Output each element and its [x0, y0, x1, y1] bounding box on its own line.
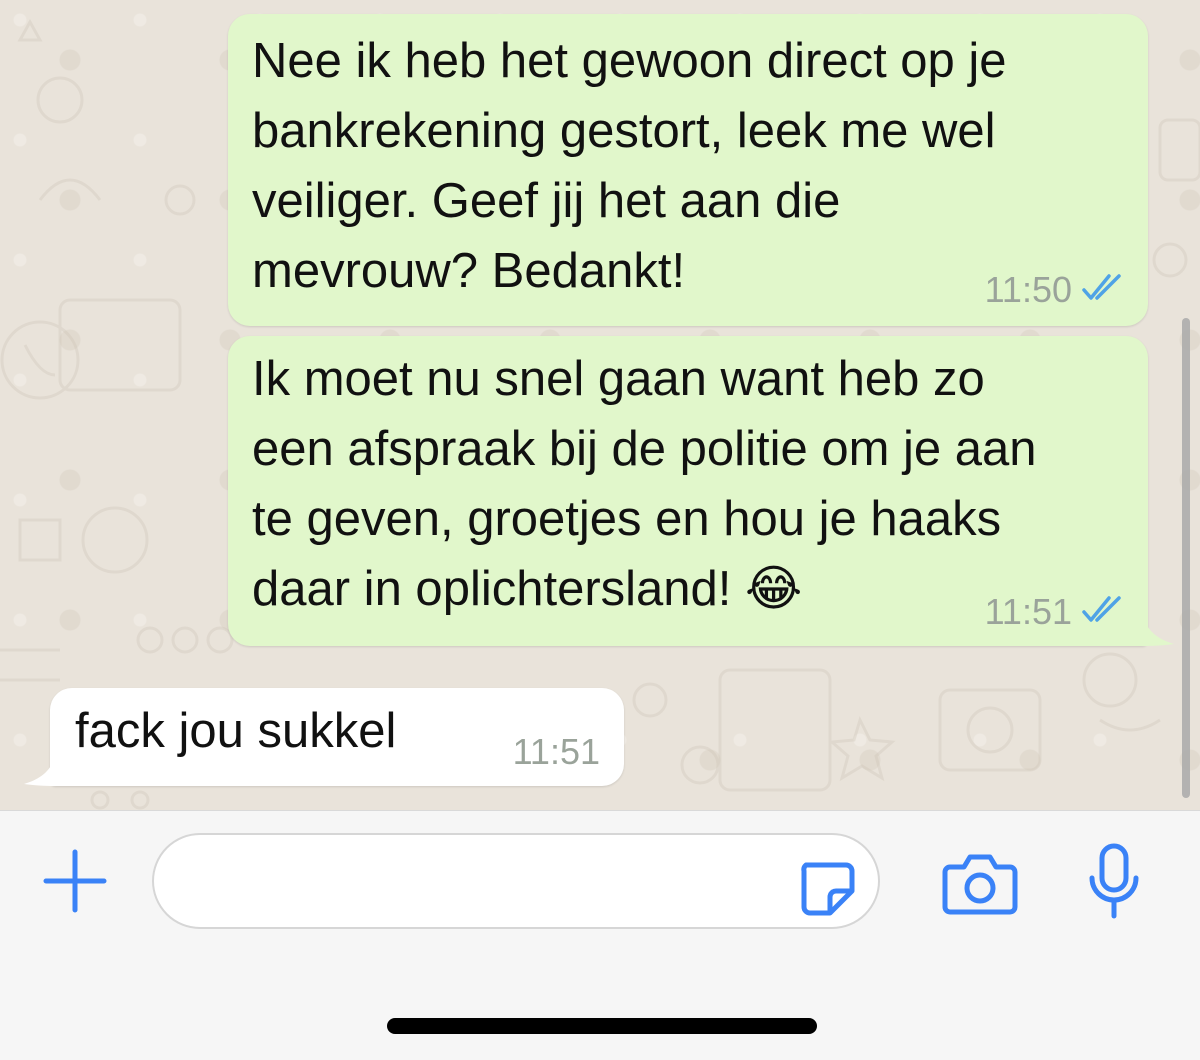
chat-area[interactable]: Nee ik heb het gewoon direct op je bankr…	[0, 0, 1200, 810]
message-meta: 11:50	[985, 270, 1128, 310]
bubble-tail-outgoing	[1140, 606, 1174, 646]
sticker-icon[interactable]	[794, 855, 858, 919]
message-bubble-incoming[interactable]: fack jou sukkel 11:51	[50, 688, 624, 786]
message-input[interactable]	[152, 833, 880, 929]
home-indicator[interactable]	[387, 1018, 817, 1034]
camera-icon[interactable]	[940, 848, 1020, 918]
message-meta: 11:51	[513, 732, 600, 772]
message-time: 11:51	[512, 731, 600, 772]
message-text: Nee ik heb het gewoon direct op je bankr…	[252, 34, 1007, 298]
microphone-icon[interactable]	[1082, 842, 1146, 922]
message-meta: 11:51	[985, 592, 1128, 632]
message-text: Ik moet nu snel gaan want heb zo een afs…	[252, 352, 1037, 616]
message-bubble-outgoing[interactable]: Nee ik heb het gewoon direct op je bankr…	[228, 14, 1148, 326]
read-ticks-icon	[1080, 270, 1128, 310]
message-bubble-outgoing[interactable]: Ik moet nu snel gaan want heb zo een afs…	[228, 336, 1148, 646]
bubble-tail-incoming	[24, 746, 58, 786]
message-time: 11:51	[984, 591, 1072, 632]
read-ticks-icon	[1080, 592, 1128, 632]
chat-scrollbar[interactable]	[1182, 318, 1190, 798]
message-text: fack jou sukkel	[75, 704, 397, 758]
plus-icon[interactable]	[40, 846, 110, 916]
message-time: 11:50	[984, 269, 1072, 310]
